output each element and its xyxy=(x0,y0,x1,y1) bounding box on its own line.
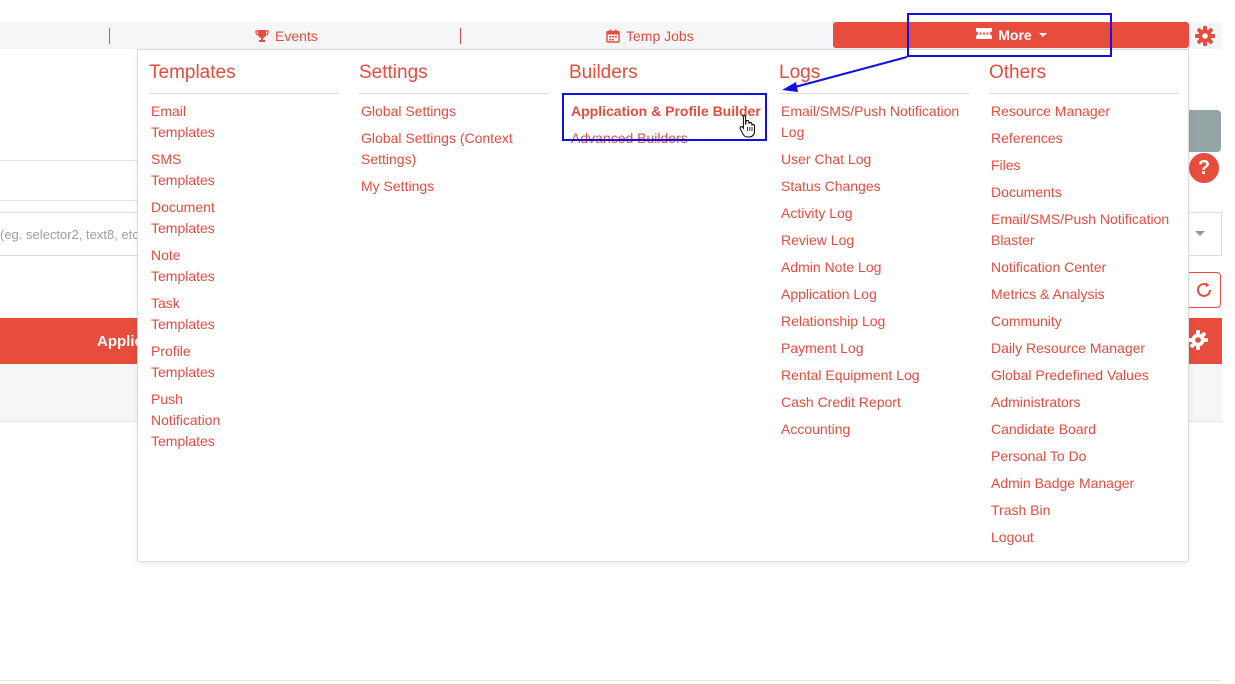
menu-item-application-log[interactable]: Application Log xyxy=(781,284,971,305)
menu-item-global-predefined-values[interactable]: Global Predefined Values xyxy=(991,365,1181,386)
trophy-icon xyxy=(255,29,269,43)
menu-item-relationship-log[interactable]: Relationship Log xyxy=(781,311,971,332)
menu-item-files[interactable]: Files xyxy=(991,155,1181,176)
gear-icon[interactable] xyxy=(1194,25,1216,52)
nav-events-label: Events xyxy=(275,28,318,44)
annotation-highlight-builder xyxy=(562,93,767,141)
menu-item-references[interactable]: References xyxy=(991,128,1181,149)
menu-item-candidate-board[interactable]: Candidate Board xyxy=(991,419,1181,440)
column-title: Settings xyxy=(359,62,428,83)
menu-item-metrics-analysis[interactable]: Metrics & Analysis xyxy=(991,284,1181,305)
menu-item-review-log[interactable]: Review Log xyxy=(781,230,971,251)
menu-list: Email/SMS/Push Notification Log User Cha… xyxy=(781,101,971,446)
menu-item-community[interactable]: Community xyxy=(991,311,1181,332)
menu-item-daily-resource-manager[interactable]: Daily Resource Manager xyxy=(991,338,1181,359)
menu-item-user-chat-log[interactable]: User Chat Log xyxy=(781,149,971,170)
menu-item-note-templates[interactable]: Note Templates xyxy=(151,245,220,287)
search-placeholder: (eg. selector2, text8, etc xyxy=(0,227,139,242)
menu-item-cash-credit-report[interactable]: Cash Credit Report xyxy=(781,392,971,413)
nav-tempjobs-label: Temp Jobs xyxy=(626,28,694,44)
column-title: Others xyxy=(989,62,1047,83)
menu-item-email-templates[interactable]: Email Templates xyxy=(151,101,220,143)
menu-item-trash-bin[interactable]: Trash Bin xyxy=(991,500,1181,521)
menu-item-admin-note-log[interactable]: Admin Note Log xyxy=(781,257,971,278)
divider xyxy=(359,93,549,94)
menu-item-logout[interactable]: Logout xyxy=(991,527,1181,548)
divider xyxy=(0,680,1222,681)
menu-item-notification-blaster[interactable]: Email/SMS/Push Notification Blaster xyxy=(991,209,1181,251)
menu-item-global-settings[interactable]: Global Settings xyxy=(361,101,541,122)
menu-item-push-notification-templates[interactable]: Push Notification Templates xyxy=(151,389,220,452)
menu-item-my-settings[interactable]: My Settings xyxy=(361,176,541,197)
column-title: Logs xyxy=(779,62,821,83)
refresh-icon xyxy=(1197,282,1211,297)
menu-item-payment-log[interactable]: Payment Log xyxy=(781,338,971,359)
side-button[interactable] xyxy=(1185,110,1221,152)
menu-item-accounting[interactable]: Accounting xyxy=(781,419,971,440)
menu-item-activity-log[interactable]: Activity Log xyxy=(781,203,971,224)
divider xyxy=(989,93,1179,94)
menu-item-resource-manager[interactable]: Resource Manager xyxy=(991,101,1181,122)
hand-cursor-icon xyxy=(739,114,755,143)
select-dropdown[interactable] xyxy=(1185,212,1222,256)
menu-item-profile-templates[interactable]: Profile Templates xyxy=(151,341,220,383)
gear-icon xyxy=(1188,330,1208,350)
menu-item-document-templates[interactable]: Document Templates xyxy=(151,197,220,239)
nav-events-link[interactable]: Events xyxy=(255,27,318,45)
annotation-highlight-more xyxy=(907,13,1112,57)
nav-tempjobs-link[interactable]: Temp Jobs xyxy=(606,27,694,45)
sub-header-bar xyxy=(0,364,150,422)
menu-item-notification-center[interactable]: Notification Center xyxy=(991,257,1181,278)
application-header-bar: Applic xyxy=(0,318,150,364)
menu-item-status-changes[interactable]: Status Changes xyxy=(781,176,971,197)
menu-item-personal-to-do[interactable]: Personal To Do xyxy=(991,446,1181,467)
menu-item-sms-templates[interactable]: SMS Templates xyxy=(151,149,220,191)
application-header-label: Applic xyxy=(97,333,143,350)
calendar-icon xyxy=(606,29,620,43)
column-title: Templates xyxy=(149,62,236,83)
menu-item-rental-equipment-log[interactable]: Rental Equipment Log xyxy=(781,365,971,386)
menu-item-notification-log[interactable]: Email/SMS/Push Notification Log xyxy=(781,101,971,143)
menu-list: Email Templates SMS Templates Document T… xyxy=(151,101,220,458)
menu-item-documents[interactable]: Documents xyxy=(991,182,1181,203)
menu-item-task-templates[interactable]: Task Templates xyxy=(151,293,220,335)
settings-button[interactable] xyxy=(1185,318,1222,364)
divider xyxy=(0,200,150,201)
nav-separator xyxy=(109,28,110,44)
menu-item-admin-badge-manager[interactable]: Admin Badge Manager xyxy=(991,473,1181,494)
column-title: Builders xyxy=(569,62,638,83)
divider xyxy=(0,160,150,161)
menu-list: Resource Manager References Files Docume… xyxy=(991,101,1181,554)
chevron-down-icon xyxy=(1195,231,1205,236)
menu-item-administrators[interactable]: Administrators xyxy=(991,392,1181,413)
search-input[interactable]: (eg. selector2, text8, etc xyxy=(0,212,151,256)
sub-header-bar xyxy=(1185,364,1222,422)
help-icon[interactable]: ? xyxy=(1189,153,1219,183)
menu-list: Global Settings Global Settings (Context… xyxy=(361,101,541,203)
divider xyxy=(779,93,969,94)
nav-separator xyxy=(460,28,461,44)
menu-item-global-settings-context[interactable]: Global Settings (Context Settings) xyxy=(361,128,541,170)
divider xyxy=(149,93,339,94)
refresh-button[interactable] xyxy=(1187,272,1221,308)
